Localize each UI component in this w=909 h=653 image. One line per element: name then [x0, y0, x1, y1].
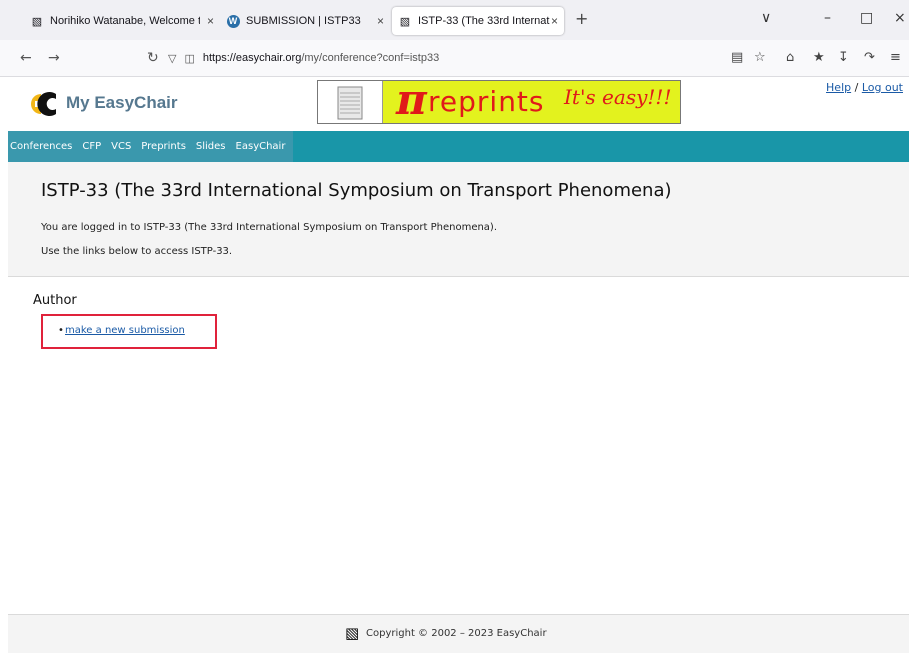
- url-path: /my/conference?conf=istp33: [301, 52, 440, 64]
- site-header: My EasyChair π reprints It's easy!!! Hel…: [8, 75, 909, 131]
- lock-icon: ◫: [184, 52, 195, 65]
- menu-preprints[interactable]: Preprints: [136, 141, 191, 152]
- banner-reprints-text: reprints: [428, 85, 545, 118]
- banner-slogan: It's easy!!!: [564, 85, 672, 109]
- tab-label: ISTP-33 (The 33rd International: [418, 15, 550, 27]
- instructions-message: Use the links below to access ISTP-33.: [41, 246, 233, 257]
- download-icon[interactable]: ↧: [838, 50, 849, 65]
- menu-conferences[interactable]: Conferences: [8, 141, 77, 152]
- paper-stack-icon: [318, 81, 383, 123]
- new-submission-link[interactable]: make a new submission: [65, 325, 185, 336]
- list-bullet: •: [58, 325, 64, 336]
- reader-view-icon[interactable]: ▤: [731, 50, 743, 65]
- back-icon[interactable]: ←: [20, 50, 32, 66]
- pi-symbol: π: [396, 75, 427, 124]
- main-menu-bar: Conferences CFP VCS Preprints Slides Eas…: [8, 131, 909, 162]
- bookmark-star-icon[interactable]: ☆: [754, 50, 766, 65]
- minimize-icon[interactable]: –: [824, 10, 831, 26]
- wordpress-favicon-icon: W: [226, 14, 240, 28]
- page-content: My EasyChair π reprints It's easy!!! Hel…: [8, 75, 909, 653]
- home-icon[interactable]: ⌂: [786, 50, 794, 65]
- easychair-chair-icon: ▧: [345, 624, 360, 642]
- tab-label: Norihiko Watanabe, Welcome t: [50, 15, 200, 27]
- address-bar[interactable]: ▽ ◫ https://easychair.org/my/conference?…: [150, 44, 710, 72]
- menu-vcs[interactable]: VCS: [106, 141, 136, 152]
- menu-icon[interactable]: ≡: [890, 50, 901, 65]
- close-tab-icon[interactable]: ×: [207, 14, 214, 28]
- copyright-text: Copyright © 2002 – 2023 EasyChair: [366, 628, 547, 639]
- extensions-icon[interactable]: ★: [813, 50, 825, 65]
- logout-link[interactable]: Log out: [862, 81, 903, 94]
- page-title: ISTP-33 (The 33rd International Symposiu…: [41, 180, 672, 201]
- share-icon[interactable]: ↷: [864, 50, 875, 65]
- url-host: https://easychair.org: [202, 52, 302, 64]
- main-menu: Conferences CFP VCS Preprints Slides Eas…: [8, 131, 294, 162]
- site-title[interactable]: My EasyChair: [66, 93, 178, 113]
- easychair-favicon-icon: ▧: [31, 15, 43, 28]
- maximize-icon[interactable]: □: [860, 10, 873, 26]
- site-footer: ▧ Copyright © 2002 – 2023 EasyChair: [8, 614, 909, 653]
- close-window-icon[interactable]: ×: [894, 10, 906, 26]
- close-tab-icon[interactable]: ×: [377, 14, 384, 28]
- conference-info-box: ISTP-33 (The 33rd International Symposiu…: [8, 162, 909, 277]
- tab-istp33-active[interactable]: ▧ ISTP-33 (The 33rd International ×: [392, 7, 564, 35]
- top-links-separator: /: [854, 81, 859, 94]
- preprints-banner[interactable]: π reprints It's easy!!!: [317, 75, 681, 124]
- menu-easychair[interactable]: EasyChair: [231, 141, 294, 152]
- shield-icon: ▽: [168, 52, 177, 65]
- top-links: Help / Log out: [826, 81, 903, 94]
- new-tab-icon[interactable]: +: [575, 9, 588, 28]
- browser-tab-bar: ▧ Norihiko Watanabe, Welcome t × W SUBMI…: [0, 0, 909, 40]
- menu-slides[interactable]: Slides: [191, 141, 231, 152]
- help-link[interactable]: Help: [826, 81, 851, 94]
- easychair-logo-icon[interactable]: [28, 91, 58, 117]
- browser-nav-bar: ← → ↻ ▽ ◫ https://easychair.org/my/confe…: [0, 40, 909, 77]
- easychair-favicon-icon: ▧: [399, 15, 411, 28]
- tab-label: SUBMISSION | ISTP33: [246, 15, 361, 27]
- tab-norihiko[interactable]: ▧ Norihiko Watanabe, Welcome t ×: [24, 7, 220, 35]
- close-tab-icon[interactable]: ×: [551, 14, 558, 28]
- forward-icon[interactable]: →: [48, 50, 60, 66]
- menu-cfp[interactable]: CFP: [77, 141, 106, 152]
- logged-in-message: You are logged in to ISTP-33 (The 33rd I…: [41, 222, 498, 233]
- tab-submission[interactable]: W SUBMISSION | ISTP33 ×: [220, 7, 390, 35]
- list-all-tabs-icon[interactable]: ∨: [761, 10, 771, 26]
- author-section-heading: Author: [33, 293, 77, 308]
